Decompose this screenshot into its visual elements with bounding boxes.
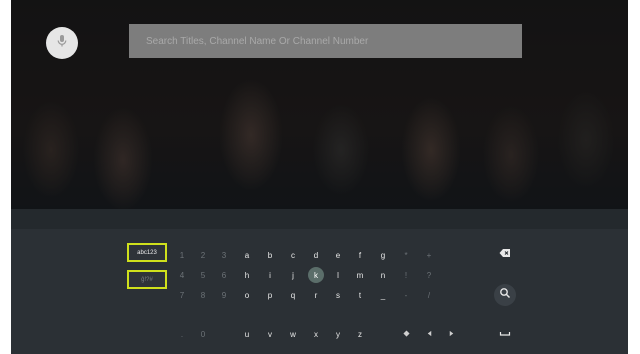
keyboard-key[interactable]: b: [260, 245, 280, 265]
keyboard-key[interactable]: e: [328, 245, 348, 265]
keyboard-key[interactable]: 2: [193, 245, 213, 265]
mode-key-abc123[interactable]: abc123: [127, 243, 167, 262]
keyboard-key[interactable]: v: [260, 324, 280, 344]
keyboard-key[interactable]: 9: [214, 285, 234, 305]
search-submit-key[interactable]: [494, 284, 516, 306]
arrow-right-icon: [448, 330, 455, 339]
keyboard-key[interactable]: d: [306, 245, 326, 265]
keyboard-key[interactable]: o: [237, 285, 257, 305]
search-bar[interactable]: [129, 24, 522, 58]
space-icon: [499, 325, 511, 343]
keyboard-key[interactable]: s: [328, 285, 348, 305]
backspace-key[interactable]: [496, 246, 514, 264]
keyboard-key[interactable]: .: [172, 324, 192, 344]
keyboard-key[interactable]: a: [237, 245, 257, 265]
keyboard-key[interactable]: n: [373, 265, 393, 285]
keyboard-key[interactable]: 8: [193, 285, 213, 305]
keyboard-key[interactable]: 0: [193, 324, 213, 344]
keyboard-key-focused[interactable]: k: [308, 267, 324, 283]
keyboard-key[interactable]: j: [283, 265, 303, 285]
keyboard-key[interactable]: 1: [172, 245, 192, 265]
space-key[interactable]: [496, 325, 514, 343]
keyboard-key[interactable]: m: [350, 265, 370, 285]
keyboard-key[interactable]: +: [419, 245, 439, 265]
keyboard-key[interactable]: u: [237, 324, 257, 344]
keyboard-key[interactable]: l: [328, 265, 348, 285]
keyboard-key[interactable]: /: [419, 285, 439, 305]
mode-key-symbols[interactable]: ĝ!?#: [127, 270, 167, 289]
keyboard-key[interactable]: r: [306, 285, 326, 305]
arrow-left-key[interactable]: [419, 324, 439, 344]
keyboard-key[interactable]: y: [328, 324, 348, 344]
arrow-left-icon: [426, 330, 433, 339]
search-icon: [499, 286, 511, 304]
tv-search-screen: abc123 ĝ!?#: [11, 0, 628, 354]
keyboard-key[interactable]: c: [283, 245, 303, 265]
keyboard-key[interactable]: ?: [419, 265, 439, 285]
keyboard-key[interactable]: w: [283, 324, 303, 344]
keyboard-key[interactable]: t: [350, 285, 370, 305]
keyboard-key[interactable]: 4: [172, 265, 192, 285]
on-screen-keyboard: abc123 ĝ!?# 1 2 3 a b c d e f g * + 4 5 …: [11, 209, 628, 354]
backspace-icon: [499, 246, 511, 264]
microphone-icon: [55, 34, 69, 53]
keyboard-key[interactable]: 7: [172, 285, 192, 305]
keyboard-key[interactable]: 5: [193, 265, 213, 285]
keyboard-key[interactable]: 6: [214, 265, 234, 285]
arrow-right-key[interactable]: [441, 324, 461, 344]
keyboard-key[interactable]: f: [350, 245, 370, 265]
keyboard-key[interactable]: 3: [214, 245, 234, 265]
keyboard-key[interactable]: i: [260, 265, 280, 285]
keyboard-key[interactable]: -: [396, 285, 416, 305]
keyboard-key[interactable]: z: [350, 324, 370, 344]
keyboard-key[interactable]: g: [373, 245, 393, 265]
keyboard-top-strip: [11, 209, 628, 229]
diamond-icon: [402, 329, 410, 339]
search-input[interactable]: [146, 35, 522, 47]
keyboard-key[interactable]: q: [283, 285, 303, 305]
keyboard-key[interactable]: !: [396, 265, 416, 285]
keyboard-key[interactable]: *: [396, 245, 416, 265]
keyboard-key[interactable]: p: [260, 285, 280, 305]
diamond-key[interactable]: [396, 324, 416, 344]
voice-search-button[interactable]: [46, 27, 78, 59]
keyboard-key[interactable]: h: [237, 265, 257, 285]
keyboard-key[interactable]: _: [373, 285, 393, 305]
keyboard-key[interactable]: x: [306, 324, 326, 344]
